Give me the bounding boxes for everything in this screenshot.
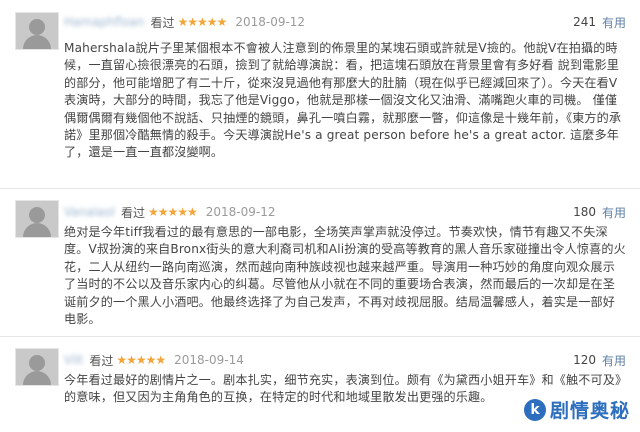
useful-button[interactable]: 有用 (602, 14, 626, 31)
vote-area: 241 有用 (573, 12, 626, 32)
watched-status: 看过 (89, 353, 114, 368)
avatar[interactable] (15, 348, 59, 386)
review-date: 2018-09-12 (205, 205, 276, 219)
review-date: 2018-09-12 (235, 15, 306, 29)
avatar[interactable] (15, 12, 59, 50)
watermark: k 剧情奥秘 (521, 395, 634, 424)
vote-count: 120 (573, 353, 596, 367)
divider (0, 188, 640, 189)
vote-count: 241 (573, 15, 596, 29)
watched-status: 看过 (150, 15, 175, 30)
useful-button[interactable]: 有用 (602, 204, 626, 221)
username-link[interactable]: Vanalaol (64, 205, 115, 219)
divider (0, 336, 640, 337)
watermark-text: 剧情奥秘 (549, 400, 630, 422)
avatar[interactable] (15, 200, 59, 238)
rating-stars-icon: ★★★★★ (177, 15, 228, 29)
vote-area: 180 有用 (573, 202, 626, 222)
review-meta: Vanalaol 看过 ★★★★★ 2018-09-12 (64, 202, 276, 222)
review-content: 绝对是今年tiff我看过的最有意思的一部电影，全场笑声掌声就没停过。节奏欢快，情… (64, 225, 626, 327)
username-link[interactable]: Vilt (64, 353, 83, 367)
review-meta: Hamaphfloan 看过 ★★★★★ 2018-09-12 (64, 12, 305, 32)
rating-stars-icon: ★★★★★ (116, 353, 166, 367)
review-date: 2018-09-14 (174, 353, 244, 367)
useful-button[interactable]: 有用 (602, 352, 626, 369)
watermark-logo-icon: k (523, 398, 546, 421)
review-content: Mahershala說片子里某個根本不會被人注意到的佈景里的某塊石頭或許就是V撿… (64, 41, 622, 160)
username-link[interactable]: Hamaphfloan (64, 15, 145, 29)
review-meta: Vilt 看过 ★★★★★ 2018-09-14 (64, 350, 244, 370)
watched-status: 看过 (120, 205, 145, 220)
vote-area: 120 有用 (573, 350, 626, 370)
vote-count: 180 (573, 205, 596, 219)
rating-stars-icon: ★★★★★ (147, 205, 198, 219)
